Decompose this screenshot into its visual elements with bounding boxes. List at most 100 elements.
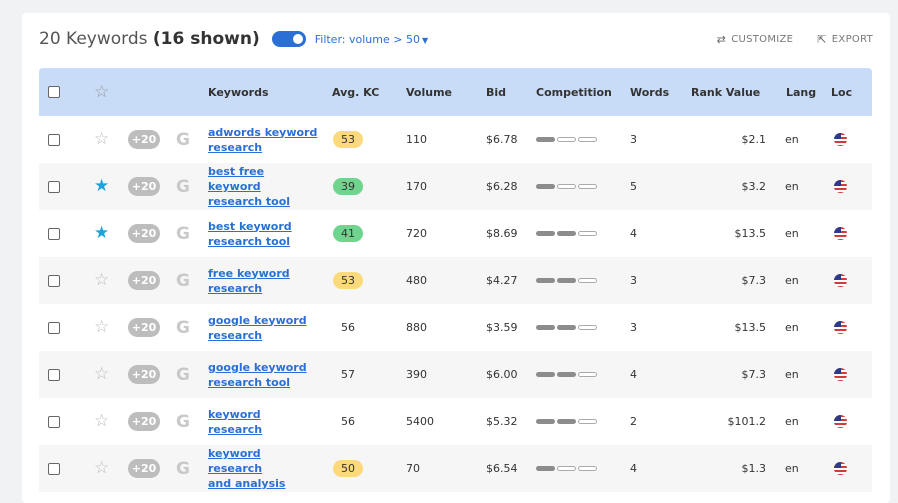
google-icon[interactable]: G: [176, 177, 190, 197]
competition-segment: [536, 325, 555, 330]
keyword-link[interactable]: best keyword research tool: [208, 219, 318, 249]
google-icon[interactable]: G: [176, 224, 190, 244]
keyword-link[interactable]: free keyword research: [208, 266, 318, 296]
lang-value: en: [785, 133, 799, 146]
row-checkbox[interactable]: [48, 321, 60, 334]
col-rank-value[interactable]: Rank Value: [691, 68, 760, 116]
col-avg-kc[interactable]: Avg. KC: [332, 68, 379, 116]
plus-badge[interactable]: +20: [128, 224, 160, 243]
rank-value: $13.5: [734, 227, 767, 240]
row-checkbox-cell: [48, 257, 60, 304]
col-bid[interactable]: Bid: [486, 68, 506, 116]
keyword-line2: research: [208, 140, 263, 154]
export-button[interactable]: ⇱ EXPORT: [817, 33, 873, 46]
star-icon[interactable]: ☆: [94, 272, 109, 289]
plus-badge[interactable]: +20: [128, 365, 160, 384]
col-competition[interactable]: Competition: [536, 68, 612, 116]
google-cell: G: [176, 210, 190, 257]
chevron-down-icon: ▼: [421, 35, 429, 45]
keyword-link[interactable]: keyword research and analysis: [208, 446, 318, 491]
keyword-link[interactable]: adwords keyword research: [208, 125, 318, 155]
google-icon[interactable]: G: [176, 459, 190, 479]
us-flag-icon: [834, 415, 847, 428]
competition-cell: [536, 257, 597, 304]
select-all-checkbox[interactable]: [48, 86, 60, 98]
table-row: ☆ +20 G google keyword research tool 57 3…: [39, 351, 872, 398]
filter-toggle[interactable]: [271, 31, 306, 47]
plus-cell: +20: [128, 445, 160, 492]
star-icon[interactable]: ☆: [94, 413, 109, 430]
keyword-link[interactable]: keyword research: [208, 407, 318, 437]
col-volume[interactable]: Volume: [406, 68, 452, 116]
bid-value: $8.69: [486, 227, 518, 240]
row-checkbox[interactable]: [48, 227, 60, 240]
keyword-line1: adwords keyword: [208, 125, 318, 139]
competition-bar: [536, 231, 597, 236]
star-outline-icon[interactable]: ☆: [94, 83, 109, 101]
competition-segment: [557, 325, 576, 330]
filter-label: Filter: volume > 50: [314, 32, 420, 46]
google-icon[interactable]: G: [176, 365, 190, 385]
volume-cell: 5400: [406, 398, 434, 445]
row-checkbox[interactable]: [48, 180, 60, 193]
google-cell: G: [176, 351, 190, 398]
plus-badge[interactable]: +20: [128, 130, 160, 149]
star-cell: ☆: [94, 398, 109, 445]
row-checkbox[interactable]: [48, 274, 60, 287]
lang-cell: en: [785, 163, 799, 210]
star-icon[interactable]: ☆: [94, 366, 109, 383]
keyword-cell: best free keyword research tool: [208, 163, 318, 210]
row-checkbox[interactable]: [48, 462, 60, 475]
star-icon[interactable]: ★: [94, 225, 109, 242]
table-body: ☆ +20 G adwords keyword research 53 110 $…: [39, 116, 872, 492]
keyword-link[interactable]: google keyword research tool: [208, 360, 318, 390]
row-checkbox[interactable]: [48, 133, 60, 146]
rank-value-cell: $1.3: [691, 445, 767, 492]
google-icon[interactable]: G: [176, 271, 190, 291]
keyword-line1: free keyword: [208, 266, 290, 280]
competition-cell: [536, 445, 597, 492]
rank-value: $7.3: [741, 368, 767, 381]
words-value: 3: [630, 321, 637, 334]
keyword-cell: best keyword research tool: [208, 210, 318, 257]
star-icon[interactable]: ☆: [94, 131, 109, 148]
star-icon[interactable]: ★: [94, 178, 109, 195]
kc-cell: 53: [333, 257, 363, 304]
lang-cell: en: [785, 210, 799, 257]
plus-badge[interactable]: +20: [128, 459, 160, 478]
google-cell: G: [176, 445, 190, 492]
lang-value: en: [785, 180, 799, 193]
star-icon[interactable]: ☆: [94, 319, 109, 336]
rank-value: $2.1: [741, 133, 767, 146]
plus-badge[interactable]: +20: [128, 271, 160, 290]
col-lang[interactable]: Lang: [786, 68, 816, 116]
plus-badge[interactable]: +20: [128, 412, 160, 431]
row-checkbox[interactable]: [48, 368, 60, 381]
keywords-card: 20 Keywords (16 shown) Filter: volume > …: [22, 13, 890, 503]
plus-badge[interactable]: +20: [128, 318, 160, 337]
col-keywords[interactable]: Keywords: [208, 68, 269, 116]
volume-cell: 70: [406, 445, 420, 492]
words-cell: 3: [630, 257, 637, 304]
star-cell: ☆: [94, 257, 109, 304]
sliders-icon: ⇄: [716, 32, 727, 46]
bid-value: $3.59: [486, 321, 518, 334]
loc-cell: [834, 304, 847, 351]
google-icon[interactable]: G: [176, 412, 190, 432]
loc-cell: [834, 210, 847, 257]
keyword-link[interactable]: google keyword research: [208, 313, 318, 343]
google-icon[interactable]: G: [176, 318, 190, 338]
toggle-knob: [292, 34, 303, 44]
row-checkbox[interactable]: [48, 415, 60, 428]
competition-segment: [536, 184, 555, 189]
google-icon[interactable]: G: [176, 130, 190, 150]
keyword-link[interactable]: best free keyword research tool: [208, 164, 318, 209]
col-words[interactable]: Words: [630, 68, 669, 116]
competition-segment: [578, 231, 597, 236]
customize-button[interactable]: ⇄ CUSTOMIZE: [717, 33, 794, 46]
keyword-line1: keyword research: [208, 447, 263, 475]
star-icon[interactable]: ☆: [94, 460, 109, 477]
filter-dropdown[interactable]: Filter: volume > 50 ▼: [315, 33, 428, 46]
plus-badge[interactable]: +20: [128, 177, 160, 196]
col-loc[interactable]: Loc: [831, 68, 852, 116]
